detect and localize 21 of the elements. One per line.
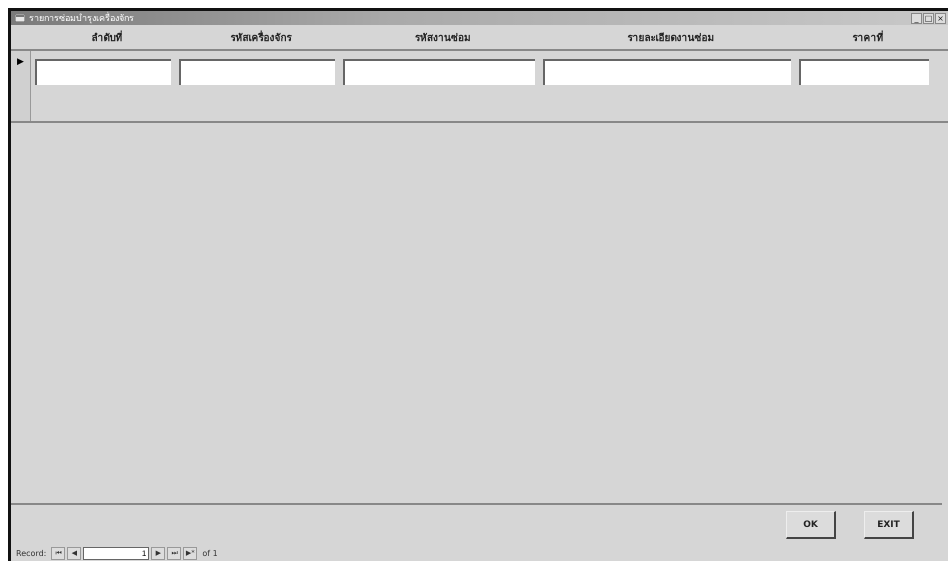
record-number-field[interactable]: 1	[83, 546, 150, 560]
input-field[interactable]	[343, 59, 535, 85]
column-header: ราคาที่	[852, 30, 884, 44]
window-title: รายการซ่อมบำรุงเครื่องจักร	[29, 11, 134, 25]
record-count: of 1	[202, 548, 218, 558]
column-header: ลำดับที่	[90, 30, 124, 44]
column-header: รหัสงานซ่อม	[414, 32, 472, 44]
input-field[interactable]	[35, 59, 171, 85]
form-button[interactable]: OK	[786, 511, 836, 539]
window-control-button[interactable]: _	[911, 12, 922, 24]
input-field[interactable]	[179, 59, 335, 85]
window-control-button[interactable]: ×	[935, 12, 946, 24]
input-field[interactable]	[799, 59, 929, 85]
record-selector[interactable]: ▶	[11, 51, 31, 121]
column-header: รายละเอียดงานซ่อม	[626, 31, 716, 44]
record-label: Record:	[16, 548, 46, 558]
form-button[interactable]: EXIT	[864, 511, 914, 539]
input-field[interactable]	[543, 59, 791, 85]
form-icon	[15, 14, 25, 22]
column-header: รหัสเครื่องจักร	[230, 30, 293, 44]
window-control-button[interactable]: □	[923, 12, 934, 24]
